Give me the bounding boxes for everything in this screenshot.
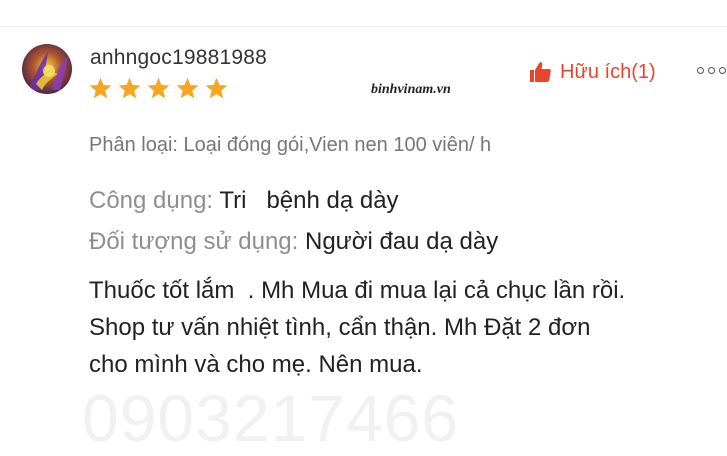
avatar[interactable] xyxy=(22,44,72,94)
attribute-value: Tri bệnh dạ dày xyxy=(219,187,399,214)
review-text-line: Thuốc tốt lắm . Mh Mua đi mua lại cả chụ… xyxy=(89,277,626,304)
reviewer-username: anhngoc19881988 xyxy=(90,46,268,69)
review-text: Thuốc tốt lắm . Mh Mua đi mua lại cả chụ… xyxy=(89,272,725,383)
site-watermark: binhvinam.vn xyxy=(371,82,451,97)
review-text-line: cho mình và cho mẹ. Nên mua. xyxy=(89,351,423,378)
star-icon xyxy=(118,77,141,99)
phone-watermark: 0903217466 xyxy=(82,381,460,455)
attribute-row-usage: Công dụng: Tri bệnh dạ dày xyxy=(89,187,399,215)
top-divider xyxy=(0,26,727,27)
attribute-label: Đối tượng sử dụng: xyxy=(89,228,305,255)
star-icon xyxy=(176,77,199,99)
avatar-image xyxy=(22,44,72,94)
product-classification: Phân loại: Loại đóng gói,Vien nen 100 vi… xyxy=(89,134,492,156)
helpful-label: Hữu ích(1) xyxy=(560,60,656,83)
thumbs-up-icon xyxy=(530,62,551,82)
helpful-button[interactable]: Hữu ích(1) xyxy=(528,60,656,84)
rating-stars xyxy=(88,76,229,101)
star-icon xyxy=(205,77,228,99)
attribute-label: Công dụng: xyxy=(89,187,220,214)
star-icon xyxy=(147,77,170,99)
more-options-icon[interactable] xyxy=(697,67,726,74)
star-icon xyxy=(89,77,112,99)
attribute-row-target-user: Đối tượng sử dụng: Người đau dạ dày xyxy=(89,228,498,256)
review-text-line: Shop tư vấn nhiệt tình, cẩn thận. Mh Đặt… xyxy=(89,314,591,341)
attribute-value: Người đau dạ dày xyxy=(304,228,499,255)
